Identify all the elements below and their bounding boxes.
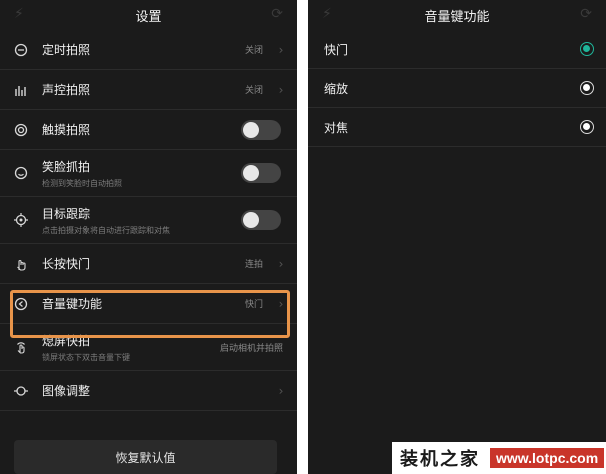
radio-dot [583,123,590,130]
setting-voice-capture[interactable]: 声控拍照 关闭 › [0,70,297,110]
page-title: 音量键功能 [424,9,490,25]
setting-volume-key[interactable]: 音量键功能 快门 › [0,284,297,324]
target-icon [0,213,42,227]
setting-target-tracking: 目标跟踪 点击拍摄对象将自动进行跟踪和对焦 [0,197,297,244]
chevron-right-icon: › [278,296,284,311]
setting-value: 关闭 [244,86,263,96]
setting-title: 音量键功能 [42,297,103,311]
adjust-icon [0,384,42,398]
switch-camera-icon[interactable]: ⟳ [580,6,592,22]
setting-title: 目标跟踪 [42,206,91,221]
setting-title: 熄屏快拍 [42,333,91,348]
setting-subtitle: 检测到笑脸时自动拍照 [42,178,122,188]
setting-screen-off-snap[interactable]: 熄屏快拍 锁屏状态下双击音量下键 启动相机并拍照 [0,324,297,371]
screen-divider [297,0,308,474]
watermark-url: www.lotpc.com [490,448,605,468]
chevron-right-icon: › [278,256,284,271]
setting-value: 快门 [244,300,263,310]
volume-key-screen: ⚡ 音量键功能 ⟳ 快门 缩放 对焦 [308,0,606,474]
flash-icon[interactable]: ⚡ [14,6,24,22]
watermark-site-name: 装机之家 [400,449,480,470]
chevron-right-icon: › [278,42,284,57]
setting-smile-capture: 笑脸抓拍 检测到笑脸时自动拍照 [0,150,297,197]
setting-title: 图像调整 [42,384,91,398]
radio-dot [583,84,590,91]
settings-header: ⚡ 设置 ⟳ [0,0,297,30]
setting-value: 关闭 [244,46,263,56]
setting-long-press-shutter[interactable]: 长按快门 连拍 › [0,244,297,284]
radio-unselected-icon[interactable] [580,120,594,134]
setting-title: 声控拍照 [42,83,91,97]
chevron-right-icon: › [278,82,284,97]
flash-icon[interactable]: ⚡ [322,6,332,22]
setting-title: 笑脸抓拍 [42,159,91,174]
setting-subtitle: 锁屏状态下双击音量下键 [42,352,130,362]
option-shutter[interactable]: 快门 [308,30,606,69]
option-zoom[interactable]: 缩放 [308,69,606,108]
setting-timer[interactable]: 定时拍照 关闭 › [0,30,297,70]
setting-touch-capture: 触摸拍照 [0,110,297,150]
setting-value: 连拍 [244,260,263,270]
timer-icon [0,43,42,57]
radio-unselected-icon[interactable] [580,81,594,95]
option-focus[interactable]: 对焦 [308,108,606,147]
setting-title: 定时拍照 [42,43,91,57]
settings-screen: ⚡ 设置 ⟳ 定时拍照 关闭 › 声控拍照 关闭 › 触摸拍照 笑脸抓拍 检测到… [0,0,297,474]
setting-image-adjust[interactable]: 图像调整 › [0,371,297,411]
toggle-knob [243,121,259,138]
page-title: 设置 [135,9,162,25]
smile-capture-toggle[interactable] [241,163,281,183]
settings-list: 定时拍照 关闭 › 声控拍照 关闭 › 触摸拍照 笑脸抓拍 检测到笑脸时自动拍照… [0,30,297,411]
setting-value: 启动相机并拍照 [219,343,283,354]
sound-bars-icon [0,84,42,96]
touch-circle-icon [0,123,42,137]
chevron-right-icon: › [278,383,284,398]
reset-defaults-button[interactable]: 恢复默认值 [14,440,277,474]
hand-press-icon [0,257,42,271]
volume-key-options: 快门 缩放 对焦 [308,30,606,147]
smile-icon [0,166,42,180]
target-tracking-toggle[interactable] [241,210,281,230]
toggle-knob [243,212,259,228]
toggle-knob [243,165,259,181]
radio-selected-icon[interactable] [580,42,594,56]
volume-key-icon [0,297,42,311]
switch-camera-icon[interactable]: ⟳ [271,6,283,22]
setting-title: 长按快门 [42,257,91,271]
screen-off-icon [0,340,42,354]
option-label: 快门 [324,42,349,57]
volume-key-header: ⚡ 音量键功能 ⟳ [308,0,606,30]
setting-subtitle: 点击拍摄对象将自动进行跟踪和对焦 [42,225,170,235]
option-label: 缩放 [324,81,349,96]
touch-capture-toggle[interactable] [241,119,281,140]
setting-title: 触摸拍照 [42,123,91,137]
radio-dot [583,45,590,52]
site-watermark: 装机之家 www.lotpc.com [392,442,606,474]
option-label: 对焦 [324,120,349,135]
